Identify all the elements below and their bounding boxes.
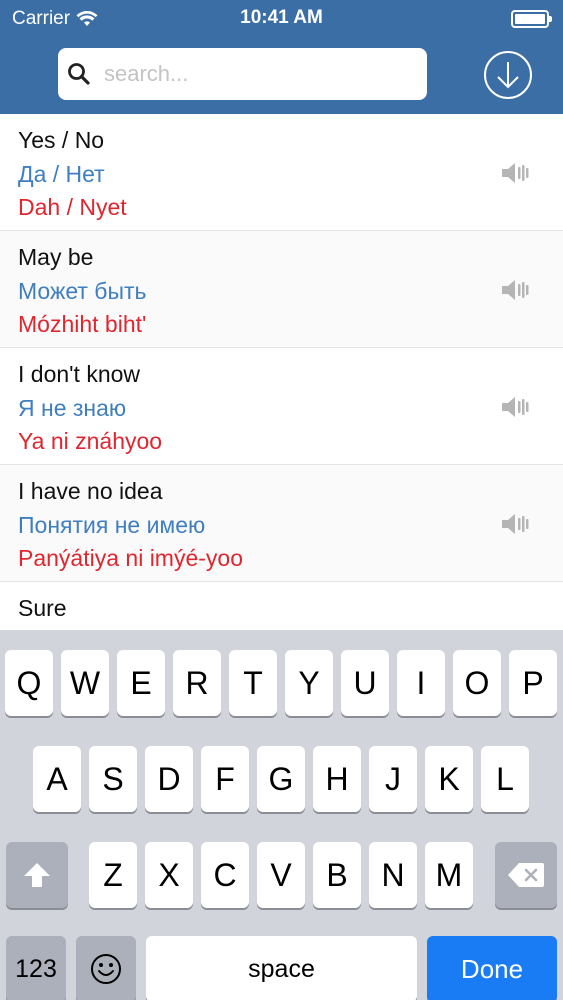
phrase-transliteration: Ya ni znáhyoo — [18, 428, 163, 454]
emoji-key[interactable] — [76, 936, 136, 1000]
speaker-icon[interactable] — [500, 512, 530, 536]
key-e[interactable]: E — [117, 650, 165, 716]
search-icon — [68, 63, 90, 85]
key-w[interactable]: W — [61, 650, 109, 716]
key-a[interactable]: A — [33, 746, 81, 812]
backspace-key[interactable] — [495, 842, 557, 908]
key-p[interactable]: P — [509, 650, 557, 716]
phrase-transliteration: Dah / Nyet — [18, 194, 127, 220]
key-b[interactable]: B — [313, 842, 361, 908]
search-bar[interactable] — [58, 48, 427, 100]
header-bar: Carrier 10:41 AM — [0, 0, 563, 114]
key-n[interactable]: N — [369, 842, 417, 908]
key-u[interactable]: U — [341, 650, 389, 716]
phrase-english: May be — [18, 244, 94, 270]
key-t[interactable]: T — [229, 650, 277, 716]
list-item[interactable]: Yes / No Да / Нет Dah / Nyet — [0, 114, 563, 231]
phrase-russian: Да / Нет — [18, 161, 105, 187]
list-item[interactable]: I don't know Я не знаю Ya ni znáhyoo — [0, 348, 563, 465]
phrase-english: I don't know — [18, 361, 141, 387]
key-g[interactable]: G — [257, 746, 305, 812]
speaker-icon[interactable] — [500, 278, 530, 302]
phrase-russian: Понятия не имею — [18, 512, 206, 538]
list-item[interactable]: I have no idea Понятия не имею Panýátiya… — [0, 465, 563, 582]
key-f[interactable]: F — [201, 746, 249, 812]
status-bar: Carrier 10:41 AM — [0, 0, 563, 38]
numbers-key[interactable]: 123 — [6, 936, 66, 1000]
list-item[interactable]: May be Может быть Mózhiht biht' — [0, 231, 563, 348]
speaker-icon[interactable] — [500, 395, 530, 419]
speaker-icon[interactable] — [500, 161, 530, 185]
key-h[interactable]: H — [313, 746, 361, 812]
key-m[interactable]: M — [425, 842, 473, 908]
backspace-icon — [508, 863, 544, 887]
shift-icon — [24, 863, 50, 887]
space-key[interactable]: space — [146, 936, 417, 1000]
phrase-russian: Я не знаю — [18, 395, 127, 421]
phrase-english: Yes / No — [18, 127, 105, 153]
emoji-icon — [91, 954, 121, 984]
status-time: 10:41 AM — [240, 7, 323, 28]
keyboard: Q W E R T Y U I O P A S D F G H J K L Z … — [0, 630, 563, 1000]
key-k[interactable]: K — [425, 746, 473, 812]
key-l[interactable]: L — [481, 746, 529, 812]
key-o[interactable]: O — [453, 650, 501, 716]
search-input[interactable] — [104, 61, 404, 87]
phrase-english: I have no idea — [18, 478, 163, 504]
key-x[interactable]: X — [145, 842, 193, 908]
key-i[interactable]: I — [397, 650, 445, 716]
key-z[interactable]: Z — [89, 842, 137, 908]
key-q[interactable]: Q — [5, 650, 53, 716]
key-s[interactable]: S — [89, 746, 137, 812]
phrase-transliteration: Panýátiya ni imýé-yoo — [18, 545, 243, 571]
download-icon[interactable] — [483, 50, 533, 100]
phrase-transliteration: Mózhiht biht' — [18, 311, 147, 337]
battery-icon — [511, 10, 552, 28]
list-item[interactable]: Sure — [0, 582, 563, 630]
shift-key[interactable] — [6, 842, 68, 908]
key-c[interactable]: C — [201, 842, 249, 908]
key-y[interactable]: Y — [285, 650, 333, 716]
done-key[interactable]: Done — [427, 936, 557, 1000]
phrase-list[interactable]: Yes / No Да / Нет Dah / Nyet May be Може… — [0, 114, 563, 630]
phrase-russian: Может быть — [18, 278, 147, 304]
phrase-english: Sure — [18, 595, 67, 621]
key-d[interactable]: D — [145, 746, 193, 812]
key-j[interactable]: J — [369, 746, 417, 812]
key-r[interactable]: R — [173, 650, 221, 716]
key-v[interactable]: V — [257, 842, 305, 908]
